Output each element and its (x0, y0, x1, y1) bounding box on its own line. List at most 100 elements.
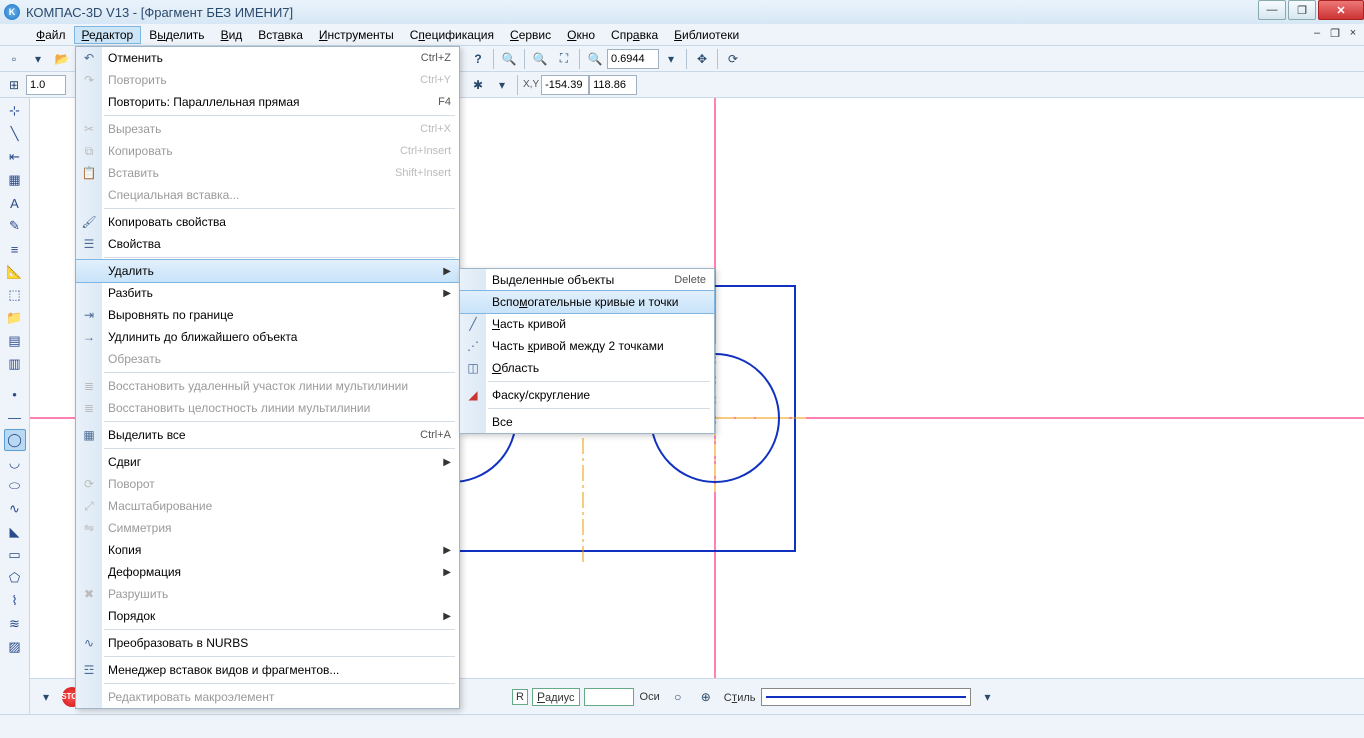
vbtn-point[interactable]: ⊹ (4, 100, 26, 122)
menu-spec[interactable]: Спецификация (402, 26, 502, 44)
menu-service[interactable]: Сервис (502, 26, 559, 44)
vbtn-rep[interactable]: ▥ (4, 353, 26, 375)
menu-view[interactable]: Вид (213, 26, 251, 44)
coord-y[interactable] (589, 75, 637, 95)
dropdown-icon[interactable]: ▾ (27, 48, 49, 70)
zoom-window-icon[interactable]: 🔍 (529, 48, 551, 70)
step-input[interactable] (26, 75, 66, 95)
menu-tools[interactable]: Инструменты (311, 26, 402, 44)
mi-copy-props[interactable]: 🖌Копировать свойства (76, 211, 459, 233)
axes-off-icon[interactable]: ○ (667, 686, 689, 708)
vbtn-poly[interactable]: ⬠ (4, 567, 26, 589)
vbtn-spec[interactable]: ▤ (4, 330, 26, 352)
snap-dd-icon[interactable]: ▾ (491, 74, 513, 96)
smi-region[interactable]: ◫Область (460, 357, 714, 379)
mi-copy-op[interactable]: Копия▶ (76, 539, 459, 561)
vbtn-param[interactable]: ≡ (4, 238, 26, 260)
smi-aux[interactable]: Вспомогательные кривые и точки (459, 290, 715, 314)
menu-help[interactable]: Справка (603, 26, 666, 44)
mi-cut[interactable]: ✂ВырезатьCtrl+X (76, 118, 459, 140)
menu-libs[interactable]: Библиотеки (666, 26, 747, 44)
vbtn-sel[interactable]: ⬚ (4, 284, 26, 306)
maximize-button[interactable]: ❐ (1288, 0, 1316, 20)
mi-select-all[interactable]: ▦Выделить всеCtrl+A (76, 424, 459, 446)
mi-nurbs[interactable]: ∿Преобразовать в NURBS (76, 632, 459, 654)
mi-trim[interactable]: Обрезать (76, 348, 459, 370)
mi-split[interactable]: Разбить▶ (76, 282, 459, 304)
style-dd-icon[interactable]: ▾ (976, 686, 998, 708)
menu-window[interactable]: Окно (559, 26, 603, 44)
close-button[interactable]: ✕ (1318, 0, 1364, 20)
refresh-icon[interactable]: ⟳ (722, 48, 744, 70)
mi-scale[interactable]: ⤢Масштабирование (76, 495, 459, 517)
vbtn-spline[interactable]: ∿ (4, 498, 26, 520)
vbtn-fill[interactable]: ▨ (4, 636, 26, 658)
grid-step-icon[interactable]: ⊞ (3, 74, 25, 96)
smi-all[interactable]: Все (460, 411, 714, 433)
vbtn-circle[interactable]: ◯ (4, 429, 26, 451)
menu-editor[interactable]: Редактор (74, 26, 142, 44)
mi-restore-int[interactable]: ≣Восстановить целостность линии мультили… (76, 397, 459, 419)
vbtn-rect[interactable]: ▭ (4, 544, 26, 566)
coord-x[interactable] (541, 75, 589, 95)
mi-props[interactable]: ☰Свойства (76, 233, 459, 255)
vbtn-dim1[interactable]: ⇤ (4, 146, 26, 168)
zoom-prev-icon[interactable]: 🔍 (584, 48, 606, 70)
smi-part[interactable]: ╱Часть кривой (460, 313, 714, 335)
vbtn-hline[interactable]: — (4, 406, 26, 428)
minimize-button[interactable]: — (1258, 0, 1286, 20)
mi-macro[interactable]: Редактировать макроэлемент (76, 686, 459, 708)
mi-align[interactable]: ⇥Выровнять по границе (76, 304, 459, 326)
mi-deform[interactable]: Деформация▶ (76, 561, 459, 583)
vbtn-equid[interactable]: ≋ (4, 613, 26, 635)
mi-redo[interactable]: ↷ПовторитьCtrl+Y (76, 69, 459, 91)
vbtn-lib[interactable]: 📁 (4, 307, 26, 329)
smi-between[interactable]: ⋰Часть кривой между 2 точками (460, 335, 714, 357)
mi-order[interactable]: Порядок▶ (76, 605, 459, 627)
axes-on-icon[interactable]: ⊕ (695, 686, 717, 708)
style-select[interactable] (761, 688, 971, 706)
mi-delete[interactable]: Удалить▶ (75, 259, 460, 283)
mdi-minimize[interactable]: – (1310, 26, 1324, 40)
snap-icon[interactable]: ✱ (467, 74, 489, 96)
mi-shift[interactable]: Сдвиг▶ (76, 451, 459, 473)
vbtn-hatch[interactable]: ▦ (4, 169, 26, 191)
vbtn-edit[interactable]: ✎ (4, 215, 26, 237)
vbtn-line[interactable]: ╲ (4, 123, 26, 145)
mi-paste[interactable]: 📋ВставитьShift+Insert (76, 162, 459, 184)
smi-selected[interactable]: Выделенные объектыDelete (460, 269, 714, 291)
vbtn-point2[interactable]: • (4, 383, 26, 405)
vbtn-chamfer[interactable]: ◣ (4, 521, 26, 543)
radius-input[interactable] (584, 688, 634, 706)
zoom-in-icon[interactable]: 🔍 (498, 48, 520, 70)
mi-symmetry[interactable]: ⇋Симметрия (76, 517, 459, 539)
pan-icon[interactable]: ✥ (691, 48, 713, 70)
mdi-restore[interactable]: ❐ (1328, 26, 1342, 40)
vbtn-text[interactable]: A (4, 192, 26, 214)
vbtn-ellipse[interactable]: ⬭ (4, 475, 26, 497)
vbtn-arc[interactable]: ◡ (4, 452, 26, 474)
mi-paste-special[interactable]: Специальная вставка... (76, 184, 459, 206)
menu-insert[interactable]: Вставка (250, 26, 311, 44)
mi-copy[interactable]: ⧉КопироватьCtrl+Insert (76, 140, 459, 162)
zoom-fit-icon[interactable]: ⛶ (553, 48, 575, 70)
mdi-close[interactable]: × (1346, 26, 1360, 40)
mi-undo[interactable]: ↶ОтменитьCtrl+Z (76, 47, 459, 69)
mi-manager[interactable]: ☲Менеджер вставок видов и фрагментов... (76, 659, 459, 681)
mi-repeat[interactable]: Повторить: Параллельная прямаяF4 (76, 91, 459, 113)
mi-restore-ml[interactable]: ≣Восстановить удаленный участок линии му… (76, 375, 459, 397)
zoom-dd-icon[interactable]: ▾ (660, 48, 682, 70)
help-cursor-icon[interactable]: ? (467, 48, 489, 70)
pb-dd-icon[interactable]: ▾ (35, 686, 57, 708)
open-icon[interactable]: 📂 (51, 48, 73, 70)
mi-extend[interactable]: →Удлинить до ближайшего объекта (76, 326, 459, 348)
mi-destroy[interactable]: ✖Разрушить (76, 583, 459, 605)
menu-file[interactable]: Файл (28, 26, 74, 44)
vbtn-meas[interactable]: 📐 (4, 261, 26, 283)
mi-rotate[interactable]: ⟳Поворот (76, 473, 459, 495)
zoom-input[interactable] (607, 49, 659, 69)
vbtn-cont[interactable]: ⌇ (4, 590, 26, 612)
menu-select[interactable]: Выделить (141, 26, 212, 44)
new-doc-icon[interactable]: ▫ (3, 48, 25, 70)
smi-chamfer[interactable]: ◢Фаску/скругление (460, 384, 714, 406)
